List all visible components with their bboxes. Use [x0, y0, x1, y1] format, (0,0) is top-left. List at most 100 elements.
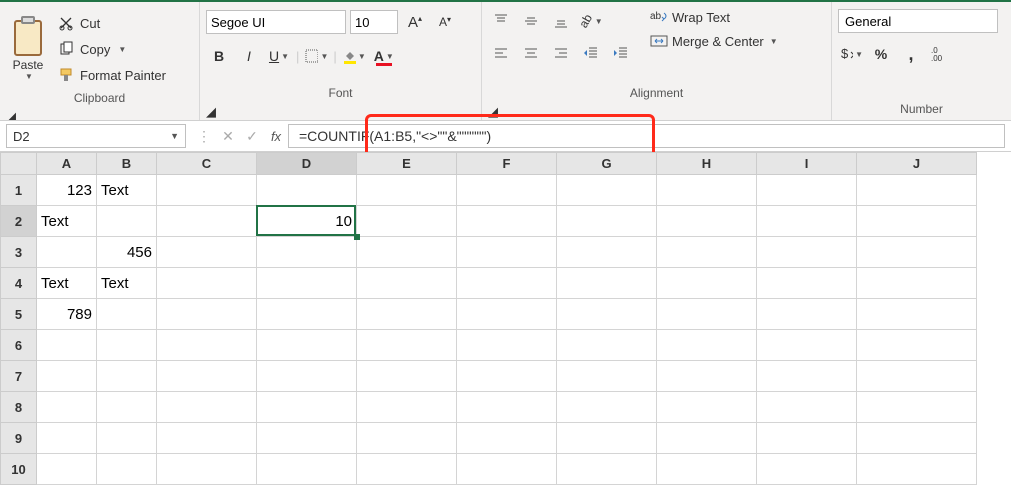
cell-A1[interactable]: 123	[37, 175, 97, 206]
cell-D6[interactable]	[257, 330, 357, 361]
column-header-J[interactable]: J	[857, 153, 977, 175]
font-size-select[interactable]	[350, 10, 398, 34]
number-format-select[interactable]	[838, 9, 998, 33]
cell-I6[interactable]	[757, 330, 857, 361]
accounting-format-button[interactable]: $▼	[838, 41, 864, 67]
cut-button[interactable]: Cut	[54, 11, 170, 35]
column-header-A[interactable]: A	[37, 153, 97, 175]
cell-E6[interactable]	[357, 330, 457, 361]
increase-decimal-button[interactable]: .0.00	[928, 41, 954, 67]
cell-H4[interactable]	[657, 268, 757, 299]
cell-B8[interactable]	[97, 392, 157, 423]
cell-I7[interactable]	[757, 361, 857, 392]
cell-F2[interactable]	[457, 206, 557, 237]
row-header-1[interactable]: 1	[1, 175, 37, 206]
cell-F1[interactable]	[457, 175, 557, 206]
column-header-D[interactable]: D	[257, 153, 357, 175]
cell-A10[interactable]	[37, 454, 97, 485]
cell-F9[interactable]	[457, 423, 557, 454]
cell-C6[interactable]	[157, 330, 257, 361]
cell-B10[interactable]	[97, 454, 157, 485]
underline-button[interactable]: U▼	[266, 43, 292, 69]
cell-G5[interactable]	[557, 299, 657, 330]
cancel-formula-button[interactable]: ✕	[216, 124, 240, 148]
cell-G1[interactable]	[557, 175, 657, 206]
cell-H10[interactable]	[657, 454, 757, 485]
cell-J6[interactable]	[857, 330, 977, 361]
cell-B2[interactable]	[97, 206, 157, 237]
cell-I2[interactable]	[757, 206, 857, 237]
increase-font-button[interactable]: A▴	[402, 9, 428, 35]
cell-C4[interactable]	[157, 268, 257, 299]
row-header-5[interactable]: 5	[1, 299, 37, 330]
fill-handle[interactable]	[354, 234, 360, 240]
cell-F4[interactable]	[457, 268, 557, 299]
cell-D7[interactable]	[257, 361, 357, 392]
merge-center-button[interactable]: Merge & Center ▼	[650, 33, 778, 49]
cell-F7[interactable]	[457, 361, 557, 392]
align-left-button[interactable]	[488, 41, 514, 65]
cell-F3[interactable]	[457, 237, 557, 268]
cell-I1[interactable]	[757, 175, 857, 206]
cell-A4[interactable]: Text	[37, 268, 97, 299]
cell-D8[interactable]	[257, 392, 357, 423]
cell-A9[interactable]	[37, 423, 97, 454]
font-color-button[interactable]: A▼	[371, 43, 397, 69]
cell-E3[interactable]	[357, 237, 457, 268]
cell-I10[interactable]	[757, 454, 857, 485]
decrease-indent-button[interactable]	[578, 41, 604, 65]
cell-I9[interactable]	[757, 423, 857, 454]
copy-button[interactable]: Copy ▼	[54, 37, 170, 61]
cell-D5[interactable]	[257, 299, 357, 330]
percent-button[interactable]: %	[868, 41, 894, 67]
cell-B5[interactable]	[97, 299, 157, 330]
italic-button[interactable]: I	[236, 43, 262, 69]
decrease-font-button[interactable]: A▾	[432, 9, 458, 35]
cell-J10[interactable]	[857, 454, 977, 485]
cell-J3[interactable]	[857, 237, 977, 268]
cell-C7[interactable]	[157, 361, 257, 392]
cell-F5[interactable]	[457, 299, 557, 330]
borders-button[interactable]: ▼	[303, 43, 329, 69]
cell-A7[interactable]	[37, 361, 97, 392]
name-box[interactable]: D2 ▼	[6, 124, 186, 148]
row-header-7[interactable]: 7	[1, 361, 37, 392]
formula-editor-expand[interactable]: ⋮	[192, 124, 216, 148]
cell-C9[interactable]	[157, 423, 257, 454]
cell-I5[interactable]	[757, 299, 857, 330]
cell-E7[interactable]	[357, 361, 457, 392]
cell-C8[interactable]	[157, 392, 257, 423]
dialog-launcher-icon[interactable]: ◢	[488, 104, 825, 120]
cell-C5[interactable]	[157, 299, 257, 330]
cell-J4[interactable]	[857, 268, 977, 299]
increase-indent-button[interactable]	[608, 41, 634, 65]
spreadsheet-grid[interactable]: ABCDEFGHIJ 1123Text2Text1034564TextText5…	[0, 152, 1011, 485]
cell-D1[interactable]	[257, 175, 357, 206]
cell-D4[interactable]	[257, 268, 357, 299]
cell-J5[interactable]	[857, 299, 977, 330]
bold-button[interactable]: B	[206, 43, 232, 69]
orientation-button[interactable]: ab▼	[578, 9, 604, 33]
cell-G8[interactable]	[557, 392, 657, 423]
cell-H1[interactable]	[657, 175, 757, 206]
row-header-6[interactable]: 6	[1, 330, 37, 361]
cell-C2[interactable]	[157, 206, 257, 237]
cell-A3[interactable]	[37, 237, 97, 268]
cell-H3[interactable]	[657, 237, 757, 268]
cell-G7[interactable]	[557, 361, 657, 392]
cell-B7[interactable]	[97, 361, 157, 392]
enter-formula-button[interactable]: ✓	[240, 124, 264, 148]
row-header-9[interactable]: 9	[1, 423, 37, 454]
cell-B9[interactable]	[97, 423, 157, 454]
column-header-H[interactable]: H	[657, 153, 757, 175]
row-header-3[interactable]: 3	[1, 237, 37, 268]
cell-G2[interactable]	[557, 206, 657, 237]
chevron-down-icon[interactable]: ▼	[170, 131, 179, 141]
align-center-button[interactable]	[518, 41, 544, 65]
column-header-E[interactable]: E	[357, 153, 457, 175]
comma-button[interactable]: ,	[898, 41, 924, 67]
cell-B6[interactable]	[97, 330, 157, 361]
cell-J1[interactable]	[857, 175, 977, 206]
cell-B1[interactable]: Text	[97, 175, 157, 206]
cell-E9[interactable]	[357, 423, 457, 454]
